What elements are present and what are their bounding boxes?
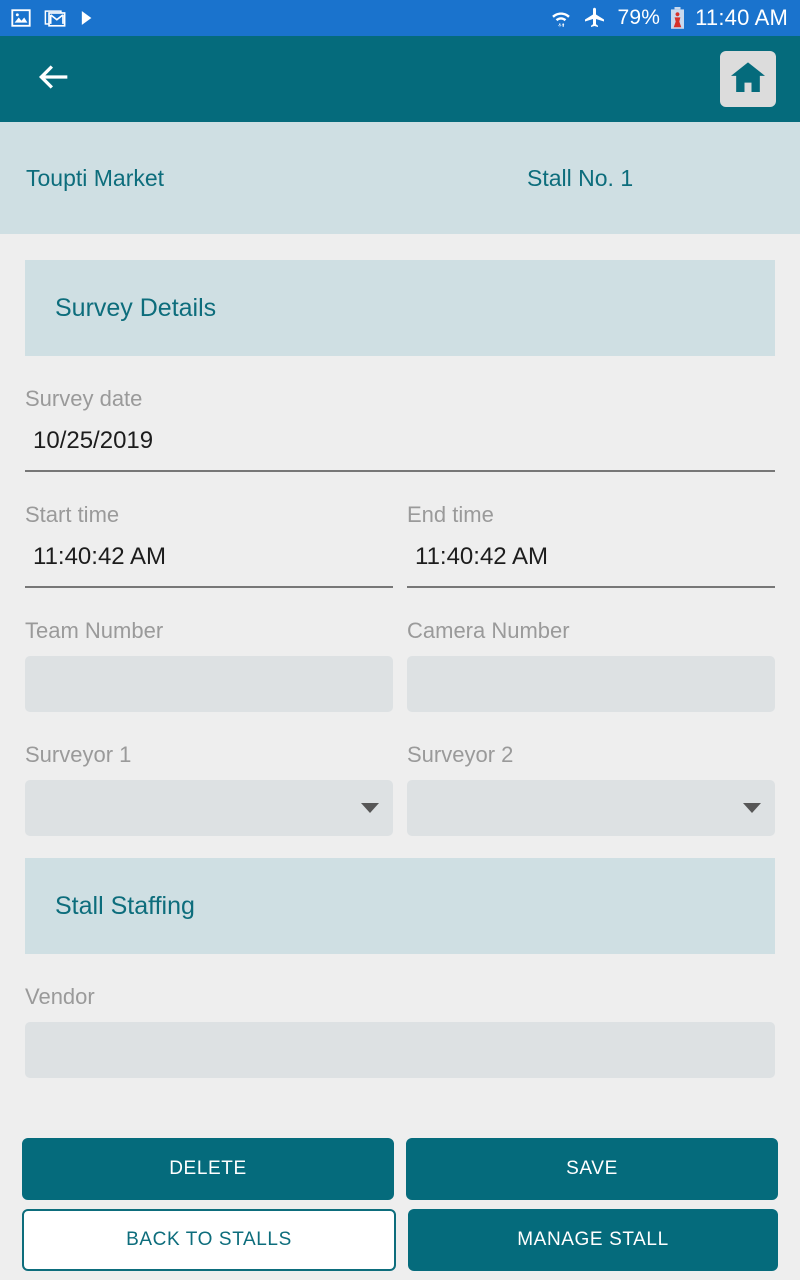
section-title: Survey Details	[55, 293, 217, 322]
survey-form: Survey Details Survey date 10/25/2019 St…	[0, 234, 800, 1100]
manage-stall-button[interactable]: MANAGE STALL	[408, 1209, 778, 1271]
start-time-input[interactable]: 11:40:42 AM	[25, 540, 393, 588]
back-to-stalls-button[interactable]: BACK TO STALLS	[22, 1209, 396, 1271]
section-header-survey-details: Survey Details	[25, 260, 775, 356]
wifi-icon	[549, 6, 573, 30]
surveyor-1-label: Surveyor 1	[25, 742, 132, 767]
gallery-icon	[10, 7, 32, 29]
android-status-bar: 79% 11:40 AM	[0, 0, 800, 36]
status-bar-clock: 11:40 AM	[695, 5, 788, 30]
team-number-group: Team Number	[25, 588, 393, 712]
battery-icon	[670, 6, 685, 30]
vendor-input[interactable]	[25, 1022, 775, 1078]
vendor-label: Vendor	[25, 984, 95, 1009]
camera-number-label: Camera Number	[407, 618, 570, 643]
back-arrow-icon	[34, 57, 74, 102]
save-button[interactable]: SAVE	[406, 1138, 778, 1200]
gmail-icon	[44, 7, 66, 29]
survey-date-input[interactable]: 10/25/2019	[25, 424, 775, 472]
chevron-down-icon	[361, 803, 379, 813]
stall-context-header: Toupti Market Stall No. 1	[0, 122, 800, 234]
survey-date-label: Survey date	[25, 386, 143, 411]
home-icon	[728, 57, 768, 102]
camera-number-input[interactable]	[407, 656, 775, 712]
section-header-stall-staffing: Stall Staffing	[25, 858, 775, 954]
surveyor-2-label: Surveyor 2	[407, 742, 514, 767]
end-time-input[interactable]: 11:40:42 AM	[407, 540, 775, 588]
surveyor-1-group: Surveyor 1	[25, 712, 393, 836]
surveyor-2-dropdown[interactable]	[407, 780, 775, 836]
action-button-row-secondary: BACK TO STALLS MANAGE STALL	[22, 1209, 778, 1271]
market-name-label: Toupti Market	[26, 164, 165, 191]
app-bar	[0, 36, 800, 122]
battery-percent-label: 79%	[617, 6, 661, 29]
status-bar-notification-icons	[10, 7, 98, 29]
surveyor-row: Surveyor 1 Surveyor 2	[25, 712, 775, 836]
number-row: Team Number Camera Number	[25, 588, 775, 712]
back-button[interactable]	[30, 55, 78, 103]
end-time-label: End time	[407, 502, 494, 527]
action-button-row-primary: DELETE SAVE	[22, 1138, 778, 1200]
camera-number-group: Camera Number	[407, 588, 775, 712]
surveyor-1-dropdown[interactable]	[25, 780, 393, 836]
time-row: Start time 11:40:42 AM End time 11:40:42…	[25, 472, 775, 588]
play-store-icon	[78, 7, 98, 29]
home-button[interactable]	[720, 51, 776, 107]
delete-button[interactable]: DELETE	[22, 1138, 394, 1200]
start-time-group: Start time 11:40:42 AM	[25, 472, 393, 588]
airplane-mode-icon	[583, 6, 607, 30]
team-number-input[interactable]	[25, 656, 393, 712]
start-time-label: Start time	[25, 502, 120, 527]
surveyor-2-group: Surveyor 2	[407, 712, 775, 836]
section-title: Stall Staffing	[55, 891, 195, 920]
end-time-group: End time 11:40:42 AM	[407, 472, 775, 588]
stall-number-label: Stall No. 1	[527, 164, 634, 191]
action-button-bar: DELETE SAVE BACK TO STALLS MANAGE STALL	[0, 1138, 800, 1280]
chevron-down-icon	[743, 803, 761, 813]
team-number-label: Team Number	[25, 618, 164, 643]
status-bar-system-icons: 79% 11:40 AM	[549, 5, 788, 31]
